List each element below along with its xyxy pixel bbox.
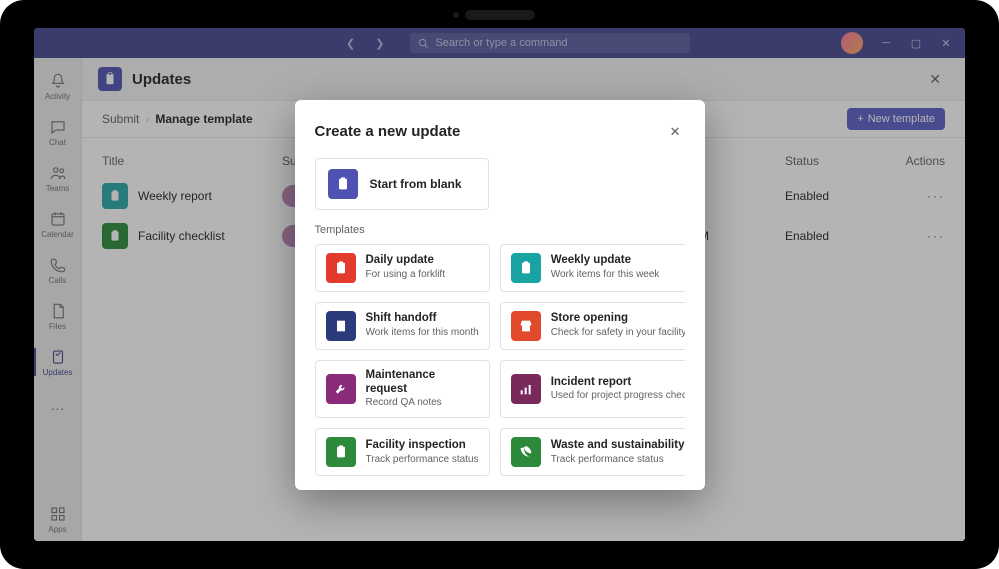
template-title: Waste and sustainability xyxy=(551,439,685,453)
store-icon xyxy=(511,311,541,341)
create-update-modal: Create a new update ✕ Start from blank T… xyxy=(295,100,705,490)
device-frame: ❮ ❯ Search or type a command ─ ▢ ✕ Activ… xyxy=(0,0,999,569)
template-desc: Used for project progress check xyxy=(551,390,685,402)
template-desc: Track performance status xyxy=(366,454,479,466)
template-title: Facility inspection xyxy=(366,439,479,453)
template-desc: For using a forklift xyxy=(366,269,445,281)
template-title: Weekly update xyxy=(551,254,660,268)
template-desc: Track performance status xyxy=(551,454,685,466)
template-card[interactable]: Facility inspection Track performance st… xyxy=(315,428,490,475)
template-title: Daily update xyxy=(366,254,445,268)
template-desc: Record QA notes xyxy=(366,397,479,409)
wrench-icon xyxy=(326,374,356,404)
device-notch xyxy=(465,10,535,20)
template-card[interactable]: Daily update For using a forklift xyxy=(315,244,490,292)
template-card[interactable]: Incident report Used for project progres… xyxy=(500,360,685,419)
clipboard-icon xyxy=(326,437,356,467)
template-desc: Check for safety in your facility xyxy=(551,327,685,339)
clipboard-icon xyxy=(511,253,541,283)
templates-grid-wrap: Daily update For using a forklift Weekly… xyxy=(315,244,685,476)
template-card[interactable]: Waste and sustainability Track performan… xyxy=(500,428,685,475)
start-from-blank-card[interactable]: Start from blank xyxy=(315,158,489,210)
modal-header: Create a new update ✕ xyxy=(315,120,685,144)
templates-section-label: Templates xyxy=(315,224,685,236)
template-card[interactable]: Shift handoff Work items for this month xyxy=(315,302,490,350)
chart-icon xyxy=(511,374,541,404)
template-title: Maintenance request xyxy=(366,369,479,397)
template-card[interactable]: Store opening Check for safety in your f… xyxy=(500,302,685,350)
modal-close-button[interactable]: ✕ xyxy=(666,120,685,144)
leaf-icon xyxy=(511,437,541,467)
screen: ❮ ❯ Search or type a command ─ ▢ ✕ Activ… xyxy=(34,28,965,541)
template-card[interactable]: Weekly update Work items for this week xyxy=(500,244,685,292)
building-icon xyxy=(326,311,356,341)
modal-title: Create a new update xyxy=(315,123,461,140)
clipboard-icon xyxy=(328,169,358,199)
templates-grid: Daily update For using a forklift Weekly… xyxy=(315,244,685,476)
template-desc: Work items for this month xyxy=(366,327,479,339)
template-card[interactable]: Maintenance request Record QA notes xyxy=(315,360,490,419)
blank-card-label: Start from blank xyxy=(370,177,462,191)
template-title: Store opening xyxy=(551,312,685,326)
template-title: Shift handoff xyxy=(366,312,479,326)
template-title: Incident report xyxy=(551,376,685,390)
clipboard-icon xyxy=(326,253,356,283)
template-desc: Work items for this week xyxy=(551,269,660,281)
